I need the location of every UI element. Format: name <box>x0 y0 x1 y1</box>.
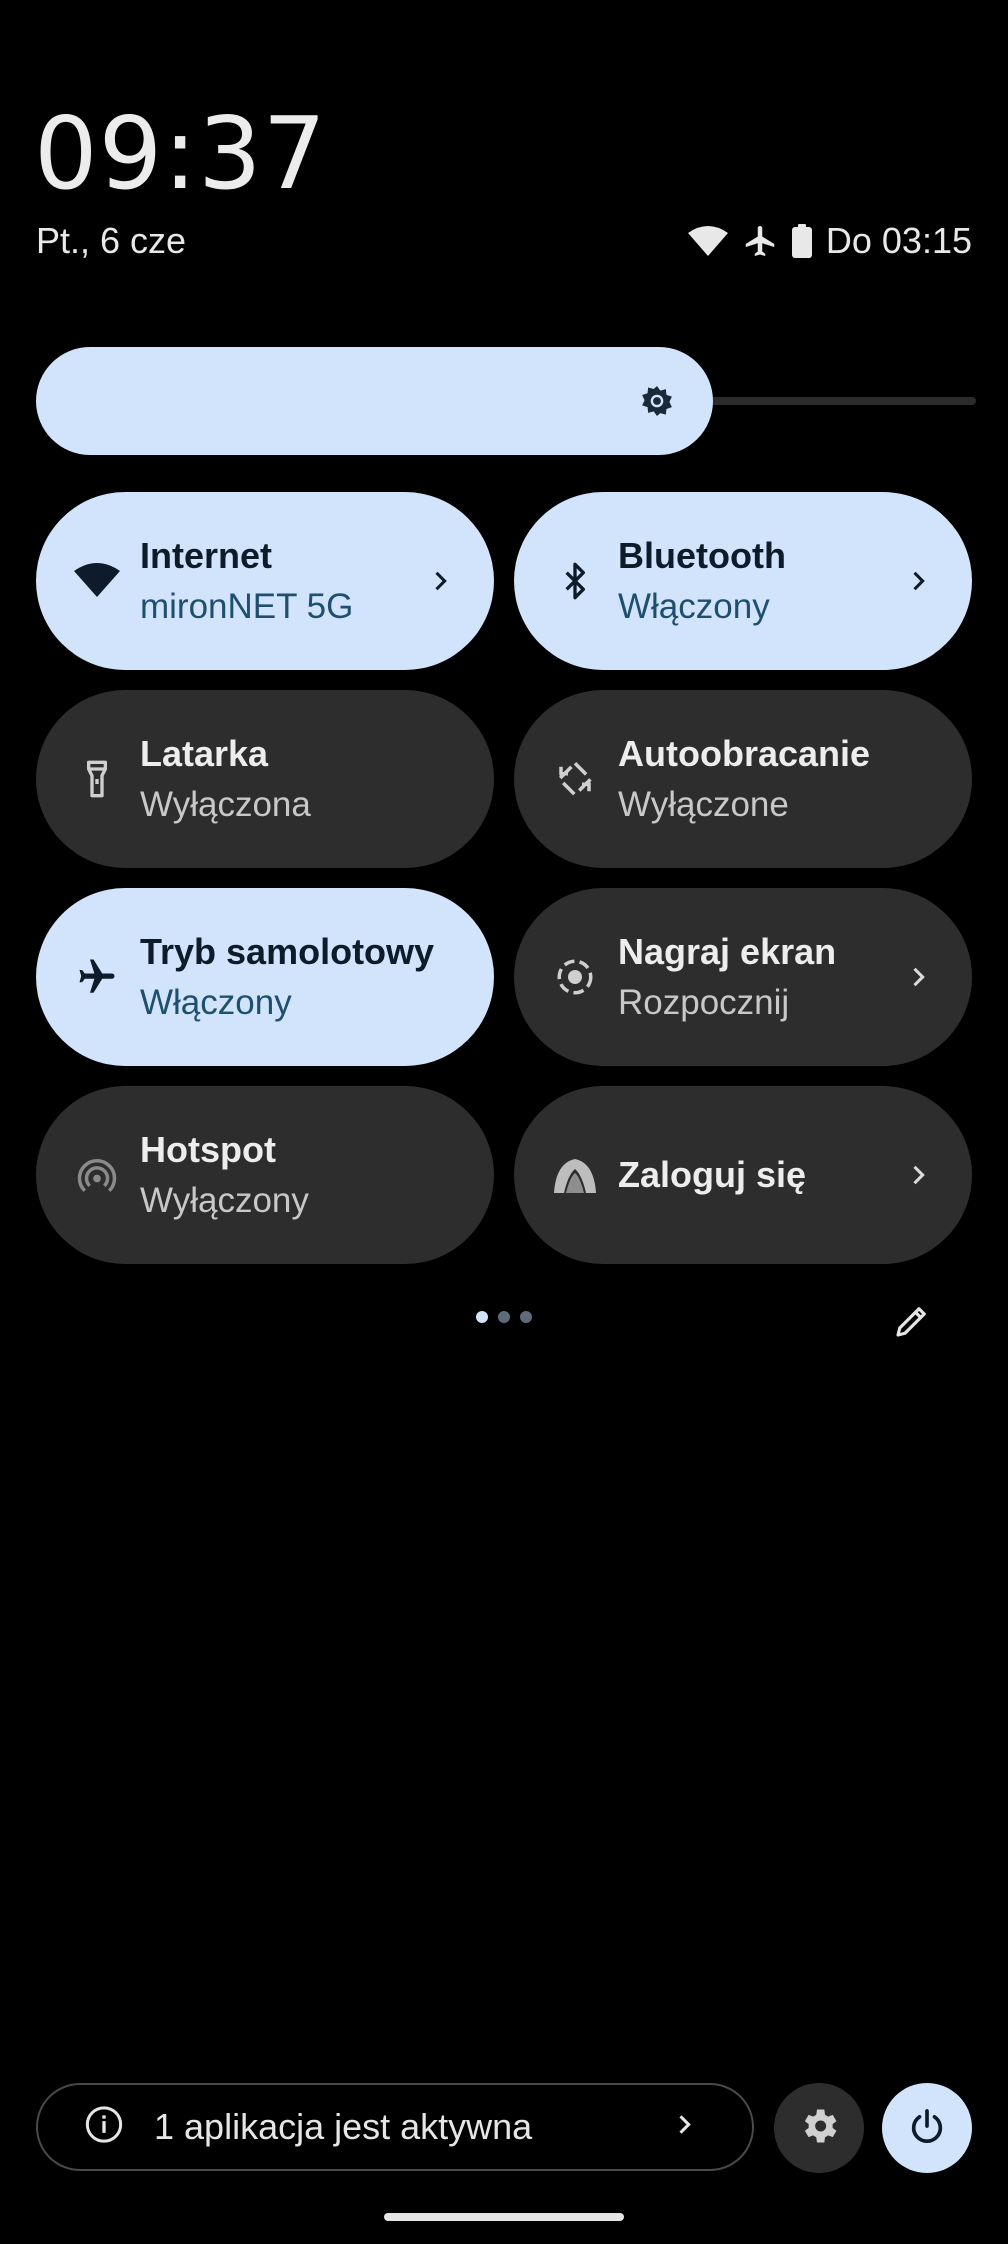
brightness-icon <box>639 383 675 424</box>
power-button[interactable] <box>882 2083 972 2173</box>
edit-pencil-icon[interactable] <box>891 1300 933 1347</box>
clock[interactable]: 09:37 <box>34 104 327 204</box>
page-dot <box>520 1311 532 1323</box>
active-apps-button[interactable]: 1 aplikacja jest aktywna <box>36 2083 754 2171</box>
active-apps-label: 1 aplikacja jest aktywna <box>154 2106 533 2147</box>
tile-internet[interactable]: Internet mironNET 5G <box>36 492 494 670</box>
tile-title: Autoobracanie <box>618 733 871 774</box>
wifi-icon <box>687 225 728 257</box>
tile-bluetooth[interactable]: Bluetooth Włączony <box>514 492 972 670</box>
date[interactable]: Pt., 6 cze <box>36 220 186 262</box>
tile-subtitle: Włączony <box>618 587 770 626</box>
tile-subtitle: mironNET 5G <box>140 587 354 626</box>
bluetooth-icon <box>550 556 600 606</box>
tile-subtitle: Wyłączone <box>618 785 789 824</box>
status-bar: Do 03:15 <box>687 220 972 262</box>
tile-hotspot[interactable]: Hotspot Wyłączony <box>36 1086 494 1264</box>
info-icon <box>84 2105 124 2150</box>
brightness-fill[interactable] <box>36 347 713 455</box>
tile-title: Latarka <box>140 733 269 774</box>
chevron-right-icon[interactable] <box>904 567 932 595</box>
page-indicator <box>476 1311 532 1323</box>
chevron-right-icon[interactable] <box>904 1161 932 1189</box>
tile-flashlight[interactable]: Latarka Wyłączona <box>36 690 494 868</box>
hotspot-icon <box>72 1150 122 1200</box>
tile-title: Zaloguj się <box>618 1154 807 1195</box>
battery-remaining-text: Do 03:15 <box>825 220 972 261</box>
battery-icon <box>791 224 812 258</box>
airplane-icon <box>72 952 122 1002</box>
chevron-right-icon[interactable] <box>904 963 932 991</box>
tile-auto-rotate[interactable]: Autoobracanie Wyłączone <box>514 690 972 868</box>
page-dot <box>498 1311 510 1323</box>
tile-subtitle: Rozpocznij <box>618 983 790 1022</box>
tile-screen-record[interactable]: Nagraj ekran Rozpocznij <box>514 888 972 1066</box>
tile-title: Tryb samolotowy <box>140 931 435 972</box>
auto-rotate-icon <box>550 754 600 804</box>
settings-button[interactable] <box>774 2083 864 2173</box>
screen-record-icon <box>550 952 600 1002</box>
tile-subtitle: Wyłączony <box>140 1181 309 1220</box>
tile-vpn-login[interactable]: Zaloguj się <box>514 1086 972 1264</box>
page-dot <box>476 1311 488 1323</box>
home-indicator[interactable] <box>384 2213 624 2221</box>
quick-settings-tiles: Internet mironNET 5G Bluetooth Włączony … <box>36 492 972 1264</box>
tile-subtitle: Włączony <box>140 983 292 1022</box>
brightness-slider[interactable] <box>36 347 976 455</box>
vpn-icon <box>550 1150 600 1200</box>
flashlight-icon <box>72 754 122 804</box>
tile-title: Nagraj ekran <box>618 931 837 972</box>
gear-icon <box>797 2104 841 2153</box>
tile-airplane-mode[interactable]: Tryb samolotowy Włączony <box>36 888 494 1066</box>
tile-title: Hotspot <box>140 1129 276 1170</box>
power-icon <box>907 2106 947 2151</box>
tile-title: Internet <box>140 535 273 576</box>
airplane-icon <box>742 223 778 259</box>
tile-title: Bluetooth <box>618 535 786 576</box>
wifi-icon <box>72 556 122 606</box>
tile-subtitle: Wyłączona <box>140 785 311 824</box>
chevron-right-icon[interactable] <box>426 567 454 595</box>
chevron-right-icon <box>670 2111 698 2144</box>
